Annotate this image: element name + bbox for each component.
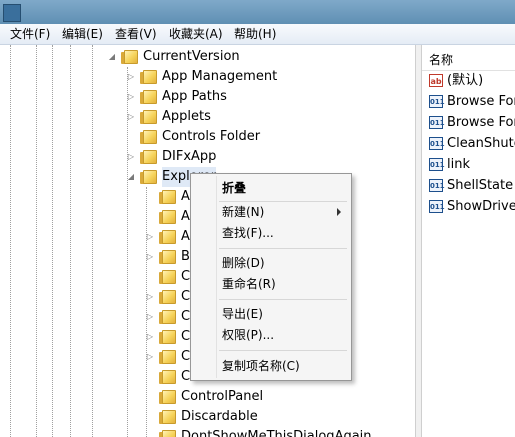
value-name: (默认) [447, 73, 484, 88]
menu-item-new[interactable]: 新建(N) [222, 202, 264, 222]
menu-item-find[interactable]: 查找(F)... [222, 223, 274, 243]
menu-favorites[interactable]: 收藏夹(A) [167, 26, 225, 42]
folder-icon [121, 50, 139, 64]
binary-value-icon: 011 [429, 137, 445, 150]
menu-item-delete[interactable]: 删除(D) [222, 253, 265, 273]
tree-node-label: CurrentVersion [143, 49, 240, 64]
value-name: ShowDriveL [447, 199, 515, 214]
name-column-header[interactable]: 名称 [422, 49, 515, 71]
folder-icon [140, 110, 158, 124]
tree-node-label: App Management [162, 69, 278, 84]
value-name: link [447, 157, 470, 172]
folder-icon [159, 210, 177, 224]
tree-node-label: ControlPanel [181, 389, 264, 404]
folder-icon [159, 350, 177, 364]
tree-node-label: A [181, 229, 190, 244]
menu-item-rename[interactable]: 重命名(R) [222, 274, 276, 294]
folder-icon [159, 270, 177, 284]
menu-help[interactable]: 帮助(H) [232, 26, 278, 42]
expand-arrow-icon[interactable]: ▷ [145, 247, 155, 267]
tree-node[interactable]: Discardable [0, 407, 415, 427]
folder-icon [140, 130, 158, 144]
binary-value-icon: 011 [429, 116, 445, 129]
tree-node-label: DontShowMeThisDialogAgain [181, 429, 372, 437]
collapse-arrow-icon[interactable]: ◢ [107, 47, 117, 67]
tree-node-currentversion[interactable]: ◢ CurrentVersion [0, 47, 415, 67]
menu-separator [219, 299, 347, 300]
binary-value-icon: 011 [429, 200, 445, 213]
tree-node-label: B [181, 249, 190, 264]
expand-arrow-icon[interactable]: ▷ [145, 307, 155, 327]
folder-icon [159, 410, 177, 424]
tree-node-label: Controls Folder [162, 129, 261, 144]
folder-icon [159, 310, 177, 324]
expand-arrow-icon[interactable]: ▷ [145, 287, 155, 307]
menu-icon-gutter [216, 176, 217, 378]
menu-item-copy-key-name[interactable]: 复制项名称(C) [222, 356, 300, 376]
tree-node-label: C [181, 289, 191, 304]
tree-node-label: C [181, 329, 191, 344]
value-name: Browse For [447, 94, 515, 109]
menu-view[interactable]: 查看(V) [113, 26, 159, 42]
tree-node[interactable]: ControlPanel [0, 387, 415, 407]
expand-arrow-icon[interactable]: ▷ [126, 67, 136, 87]
tree-node[interactable]: ▷ Applets [0, 107, 415, 127]
folder-icon [159, 230, 177, 244]
menu-item-permissions[interactable]: 权限(P)... [222, 325, 274, 345]
tree-node-label: C [181, 309, 191, 324]
folder-icon [159, 390, 177, 404]
tree-node-label: A [181, 209, 190, 224]
menu-separator [219, 350, 347, 351]
tree-node[interactable]: ▷ App Management [0, 67, 415, 87]
binary-value-icon: 011 [429, 95, 445, 108]
folder-icon [140, 150, 158, 164]
expand-arrow-icon[interactable]: ▷ [126, 147, 136, 167]
folder-icon [159, 290, 177, 304]
collapse-arrow-icon[interactable]: ◢ [126, 167, 136, 187]
tree-node-label: Applets [162, 109, 211, 124]
tree-node-label: C [181, 269, 191, 284]
values-pane[interactable]: 名称 ab (默认) 011 Browse For 011 Browse For… [422, 45, 515, 437]
menu-bar: 文件(F) 编辑(E) 查看(V) 收藏夹(A) 帮助(H) [0, 24, 515, 45]
menu-item-export[interactable]: 导出(E) [222, 304, 263, 324]
tree-node-label: C [181, 349, 191, 364]
tree-node-label: DIFxApp [162, 149, 217, 164]
value-name: ShellState [447, 178, 514, 193]
menu-edit[interactable]: 编辑(E) [60, 26, 105, 42]
folder-icon [159, 430, 177, 437]
folder-icon [140, 70, 158, 84]
tree-node-label: C [181, 369, 191, 384]
expand-arrow-icon[interactable]: ▷ [126, 87, 136, 107]
menu-separator [219, 248, 347, 249]
folder-icon [159, 370, 177, 384]
menu-file[interactable]: 文件(F) [8, 26, 52, 42]
binary-value-icon: 011 [429, 158, 445, 171]
value-name: Browse For [447, 115, 515, 130]
submenu-arrow-icon [337, 208, 341, 216]
folder-icon [140, 170, 158, 184]
context-menu: 折叠 新建(N) 查找(F)... 删除(D) 重命名(R) 导出(E) 权限(… [190, 173, 352, 381]
folder-icon [159, 190, 177, 204]
tree-node-label: App Paths [162, 89, 227, 104]
tree-node-label: A [181, 189, 190, 204]
folder-icon [159, 330, 177, 344]
expand-arrow-icon[interactable]: ▷ [145, 227, 155, 247]
binary-value-icon: 011 [429, 179, 445, 192]
value-name: CleanShutdo [447, 136, 515, 151]
expand-arrow-icon[interactable]: ▷ [145, 327, 155, 347]
window-titlebar [0, 0, 515, 24]
menu-item-collapse[interactable]: 折叠 [222, 178, 246, 198]
tree-node[interactable]: Controls Folder [0, 127, 415, 147]
registry-editor-icon [3, 4, 21, 22]
expand-arrow-icon[interactable]: ▷ [145, 347, 155, 367]
folder-icon [140, 90, 158, 104]
string-value-icon: ab [429, 74, 443, 87]
tree-node[interactable]: ▷ DIFxApp [0, 147, 415, 167]
tree-node[interactable]: ▷ App Paths [0, 87, 415, 107]
tree-node[interactable]: DontShowMeThisDialogAgain [0, 427, 415, 437]
folder-icon [159, 250, 177, 264]
pane-splitter[interactable] [415, 45, 422, 437]
expand-arrow-icon[interactable]: ▷ [126, 107, 136, 127]
tree-node-label: Discardable [181, 409, 258, 424]
